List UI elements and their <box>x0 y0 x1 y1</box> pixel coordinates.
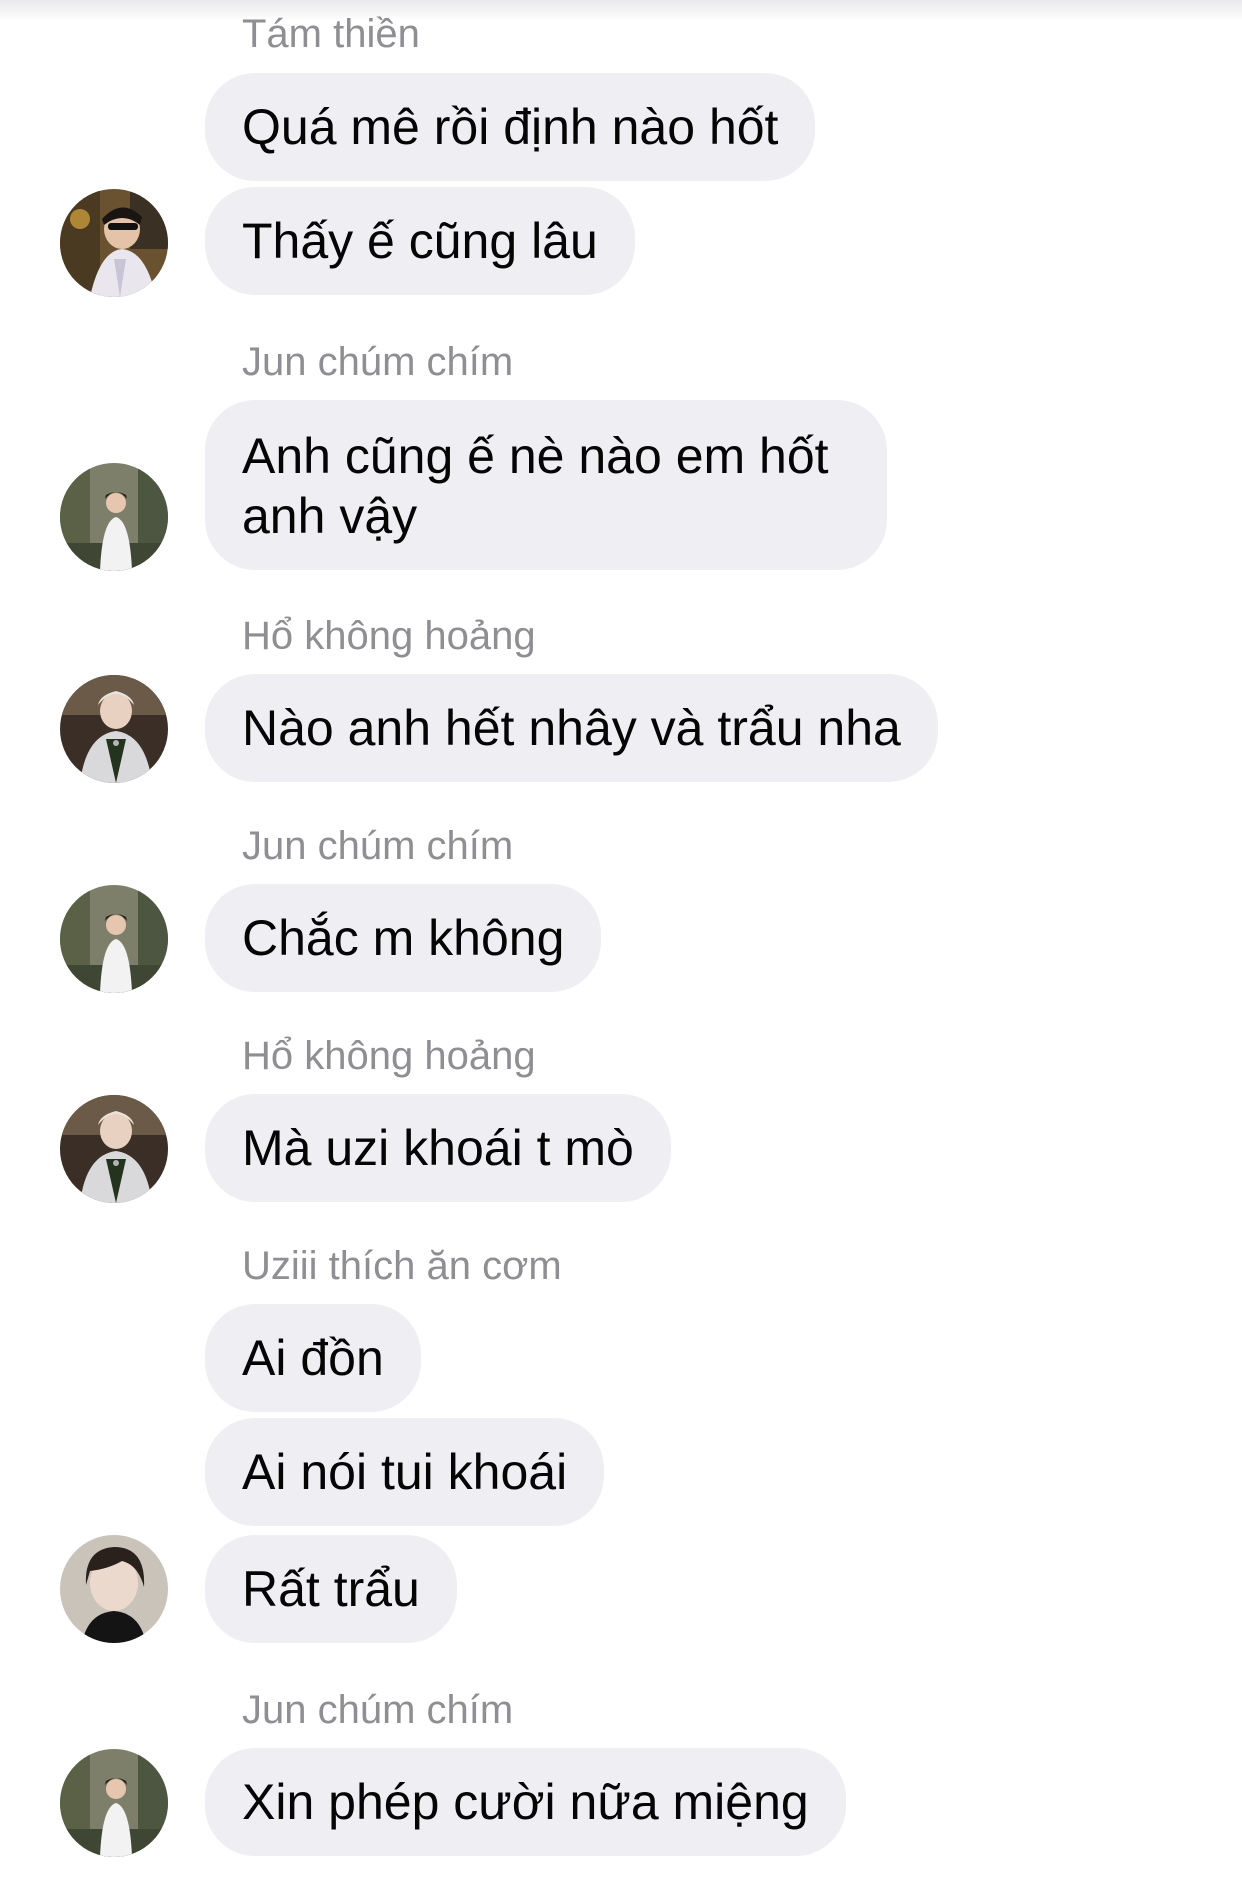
avatar-jun-chum-chim-icon[interactable] <box>60 885 168 993</box>
sender-name: Jun chúm chím <box>242 824 514 868</box>
avatar-jun-chum-chim-icon[interactable] <box>60 1749 168 1857</box>
message-bubble[interactable]: Ai nói tui khoái <box>205 1418 605 1526</box>
sender-name: Hổ không hoảng <box>242 614 536 658</box>
message-bubble[interactable]: Ai đồn <box>205 1304 421 1412</box>
top-shade <box>0 0 1242 22</box>
sender-name: Hổ không hoảng <box>242 1034 536 1078</box>
avatar-jun-chum-chim-icon[interactable] <box>60 463 168 571</box>
message-bubble[interactable]: Nào anh hết nhây và trẩu nha <box>205 674 938 782</box>
message-bubble[interactable]: Rất trẩu <box>205 1535 457 1643</box>
message-bubble[interactable]: Chắc m không <box>205 884 602 992</box>
avatar-ho-khong-hoang-icon[interactable] <box>60 675 168 783</box>
message-bubble[interactable]: Anh cũng ế nè nào em hốt anh vậy <box>205 400 887 570</box>
avatar-tam-thien-icon[interactable] <box>60 189 168 297</box>
message-bubble[interactable]: Mà uzi khoái t mò <box>205 1094 671 1202</box>
sender-name: Uziii thích ăn cơm <box>242 1244 562 1288</box>
message-bubble[interactable]: Thấy ế cũng lâu <box>205 187 635 295</box>
sender-name: Jun chúm chím <box>242 340 514 384</box>
sender-name: Tám thiền <box>242 12 420 56</box>
sender-name: Jun chúm chím <box>242 1688 514 1732</box>
avatar-ho-khong-hoang-icon[interactable] <box>60 1095 168 1203</box>
avatar-uziii-icon[interactable] <box>60 1535 168 1643</box>
message-bubble[interactable]: Xin phép cười nữa miệng <box>205 1748 846 1856</box>
message-bubble[interactable]: Quá mê rồi định nào hốt <box>205 73 816 181</box>
